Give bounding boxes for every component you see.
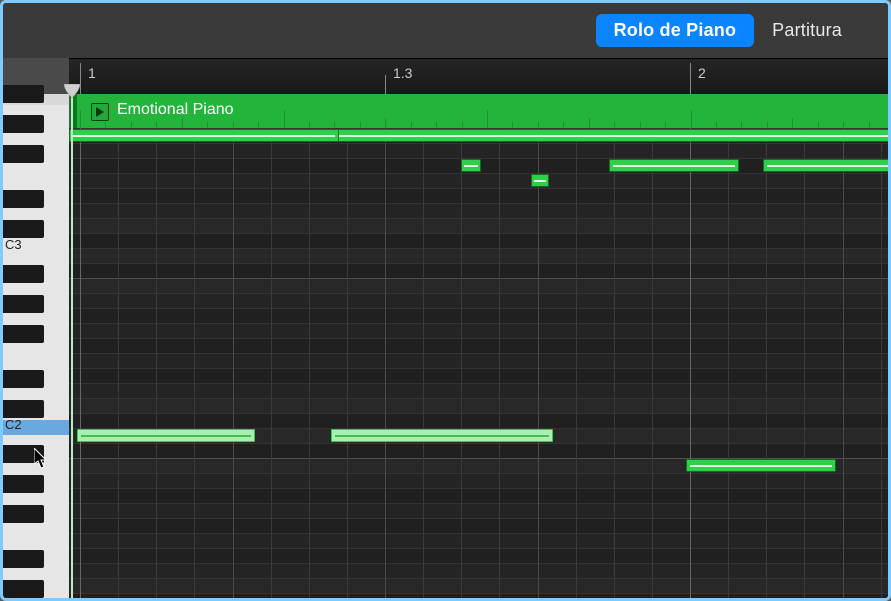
piano-roll-editor: Rolo de Piano Partitura 1 1.3 2 Emotiona… (0, 0, 891, 601)
tab-score[interactable]: Partitura (754, 14, 860, 47)
playhead-line (71, 94, 73, 598)
midi-note[interactable] (69, 129, 339, 142)
black-key[interactable] (3, 115, 44, 133)
ruler-marker-1-3: 1.3 (393, 65, 412, 81)
white-key[interactable]: C2 (3, 420, 69, 436)
view-toolbar: Rolo de Piano Partitura (3, 3, 888, 58)
note-grid[interactable] (69, 128, 888, 598)
black-key[interactable] (3, 400, 44, 418)
midi-note[interactable] (609, 159, 739, 172)
ruler-marker-2: 2 (698, 65, 706, 81)
white-key[interactable]: C3 (3, 240, 69, 256)
key-label-C2: C2 (5, 417, 22, 432)
cursor-arrow-icon (34, 448, 51, 473)
play-icon (91, 103, 109, 121)
key-label-C3: C3 (5, 237, 22, 252)
region-name: Emotional Piano (117, 101, 234, 119)
time-ruler[interactable]: 1 1.3 2 (69, 58, 888, 96)
ruler-marker-1: 1 (88, 65, 96, 81)
midi-note[interactable] (461, 159, 481, 172)
white-key[interactable] (3, 525, 69, 541)
black-key[interactable] (3, 145, 44, 163)
black-key[interactable] (3, 550, 44, 568)
white-key[interactable] (3, 345, 69, 361)
black-key[interactable] (3, 580, 44, 598)
midi-region-header[interactable]: Emotional Piano (69, 94, 888, 128)
tab-piano-roll[interactable]: Rolo de Piano (596, 14, 755, 47)
black-key[interactable] (3, 190, 44, 208)
midi-note[interactable] (531, 174, 549, 187)
black-key[interactable] (3, 85, 44, 103)
midi-note[interactable] (763, 159, 888, 172)
black-key[interactable] (3, 325, 44, 343)
black-key[interactable] (3, 505, 44, 523)
black-key[interactable] (3, 295, 44, 313)
piano-keyboard[interactable]: C3 C2 (3, 94, 70, 598)
white-key[interactable] (3, 165, 69, 181)
midi-note[interactable] (686, 459, 836, 472)
black-key[interactable] (3, 370, 44, 388)
black-key[interactable] (3, 265, 44, 283)
midi-note[interactable] (77, 429, 255, 442)
midi-note[interactable] (331, 429, 553, 442)
view-tab-segment: Rolo de Piano Partitura (596, 14, 860, 47)
black-key[interactable] (3, 475, 44, 493)
black-key[interactable] (3, 220, 44, 238)
playhead-handle[interactable] (62, 84, 82, 98)
